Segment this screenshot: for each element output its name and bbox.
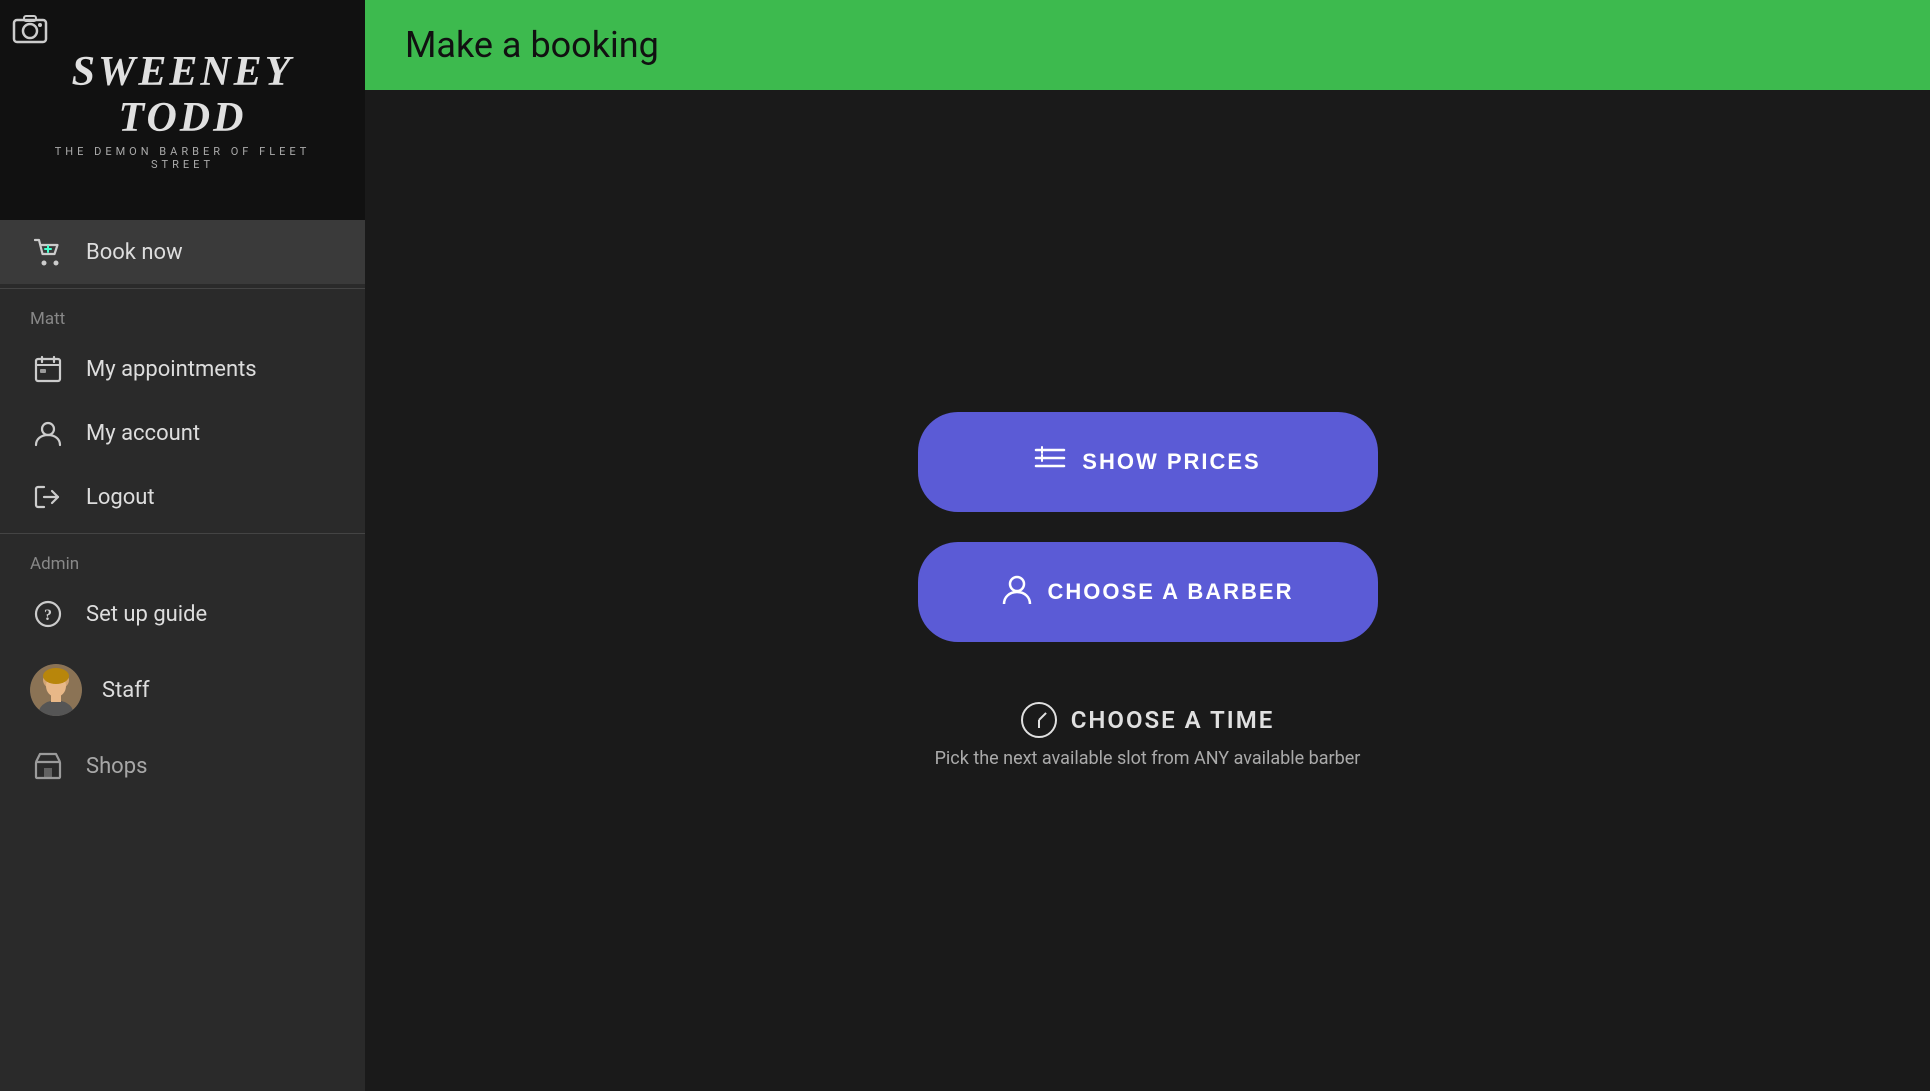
clock-icon: [1021, 702, 1057, 738]
top-bar: Make a booking: [365, 0, 1930, 90]
my-appointments-label: My appointments: [86, 357, 257, 382]
setup-guide-label: Set up guide: [86, 602, 207, 627]
help-icon: ?: [30, 600, 66, 628]
show-prices-button[interactable]: SHOW PRICES: [918, 412, 1378, 512]
price-list-icon: [1034, 445, 1066, 480]
brand-logo: Sweeney Todd The Demon Barber of Fleet S…: [20, 49, 345, 171]
logo-sub-text: The Demon Barber of Fleet Street: [20, 145, 345, 171]
svg-text:?: ?: [44, 607, 52, 624]
show-prices-label: SHOW PRICES: [1082, 449, 1260, 475]
my-account-label: My account: [86, 421, 200, 446]
sidebar-item-logout[interactable]: Logout: [0, 465, 365, 529]
sidebar-item-my-account[interactable]: My account: [0, 401, 365, 465]
camera-icon[interactable]: [12, 12, 48, 52]
cart-icon: [30, 238, 66, 266]
sidebar-nav: Book now Matt My appointments: [0, 220, 365, 1091]
staff-avatar: [30, 664, 82, 716]
logout-icon: [30, 483, 66, 511]
choose-time-section: CHOOSE A TIME Pick the next available sl…: [935, 702, 1361, 769]
choose-time-subtitle: Pick the next available slot from ANY av…: [935, 748, 1361, 769]
sidebar-item-shops[interactable]: Shops: [0, 734, 365, 798]
main-content: Make a booking SHOW PRICES: [365, 0, 1930, 1091]
page-title: Make a booking: [405, 24, 659, 66]
barber-icon: [1002, 574, 1032, 611]
section-user-label: Matt: [0, 293, 365, 337]
choose-barber-label: CHOOSE A BARBER: [1048, 579, 1294, 605]
shops-label: Shops: [86, 754, 147, 779]
book-now-label: Book now: [86, 240, 183, 265]
choose-time-row: CHOOSE A TIME: [1021, 702, 1275, 738]
content-area: SHOW PRICES CHOOSE A BARBER CHOOSE A TIM…: [365, 90, 1930, 1091]
sidebar-item-setup-guide[interactable]: ? Set up guide: [0, 582, 365, 646]
sidebar-item-book-now[interactable]: Book now: [0, 220, 365, 284]
staff-label: Staff: [102, 678, 150, 703]
choose-time-label: CHOOSE A TIME: [1071, 706, 1275, 734]
logo-area: Sweeney Todd The Demon Barber of Fleet S…: [0, 0, 365, 220]
shops-icon: [30, 752, 66, 780]
logout-label: Logout: [86, 485, 155, 510]
sidebar-item-my-appointments[interactable]: My appointments: [0, 337, 365, 401]
nav-divider-1: [0, 288, 365, 289]
calendar-icon: [30, 355, 66, 383]
choose-barber-button[interactable]: CHOOSE A BARBER: [918, 542, 1378, 642]
section-admin-label: Admin: [0, 538, 365, 582]
account-icon: [30, 419, 66, 447]
nav-divider-2: [0, 533, 365, 534]
sidebar-item-staff[interactable]: Staff: [0, 646, 365, 734]
logo-main-text: Sweeney Todd: [20, 49, 345, 141]
sidebar: Sweeney Todd The Demon Barber of Fleet S…: [0, 0, 365, 1091]
